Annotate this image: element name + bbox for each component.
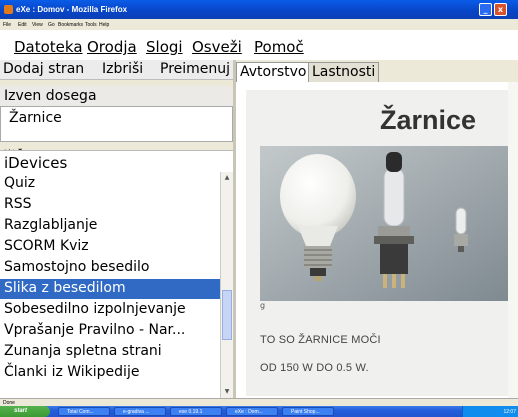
- ff-menu-tools[interactable]: Tools: [85, 22, 97, 28]
- close-button[interactable]: x: [494, 3, 507, 16]
- outline-root-label: Izven dosega: [4, 88, 97, 104]
- page-preview: Žarnice g TO SO ŽARNICE MOČI OD 150 W DO…: [246, 90, 512, 396]
- window-title: eXe : Domov - Mozilla Firefox: [16, 5, 128, 14]
- idevice-item[interactable]: Članki iz Wikipedije: [0, 363, 220, 383]
- system-tray: 12:07: [462, 406, 518, 417]
- scroll-up-arrow-icon[interactable]: ▲: [222, 173, 232, 183]
- app-menubar: Datoteka Orodja Slogi Osveži Pomoč: [0, 30, 518, 60]
- image-caption-icon[interactable]: g: [260, 301, 265, 310]
- ff-menu-view[interactable]: View: [32, 22, 43, 28]
- ff-menu-help[interactable]: Help: [99, 22, 109, 28]
- idevices-title: iDevices: [4, 154, 68, 172]
- delete-button[interactable]: Izbriši: [102, 61, 143, 77]
- menu-slogi[interactable]: Slogi: [146, 38, 183, 56]
- outline-node-zarnice[interactable]: Žarnice: [9, 110, 62, 126]
- rename-button[interactable]: Preimenuj: [160, 61, 230, 77]
- menu-osvezi[interactable]: Osveži: [192, 38, 242, 56]
- add-page-button[interactable]: Dodaj stran: [3, 61, 84, 77]
- taskbar: start Total Com... e-gradiva ... exe 0.1…: [0, 406, 518, 417]
- ff-menu-edit[interactable]: Edit: [18, 22, 27, 28]
- minimize-button[interactable]: _: [479, 3, 492, 16]
- bulbs-image: [260, 146, 512, 301]
- outline-tree: Žarnice: [0, 106, 233, 142]
- idevice-item-selected[interactable]: Slika z besedilom: [0, 279, 220, 299]
- ff-menu-bookmarks[interactable]: Bookmarks: [58, 22, 83, 28]
- page-text-line: TO SO ŽARNICE MOČI: [260, 334, 381, 346]
- taskbar-item[interactable]: eXe : Dom...: [226, 407, 278, 416]
- taskbar-item[interactable]: Total Com...: [58, 407, 110, 416]
- content-scrollbar[interactable]: [508, 82, 518, 398]
- scroll-thumb[interactable]: [222, 290, 232, 340]
- authoring-area: Žarnice g TO SO ŽARNICE MOČI OD 150 W DO…: [236, 82, 518, 398]
- tab-avtorstvo[interactable]: Avtorstvo: [236, 62, 311, 82]
- clock[interactable]: 12:07: [503, 409, 516, 415]
- window-titlebar[interactable]: eXe : Domov - Mozilla Firefox _ x: [0, 0, 518, 19]
- tab-lastnosti[interactable]: Lastnosti: [308, 62, 380, 82]
- idevices-header: iDevices: [0, 150, 233, 173]
- outline-toolbar: Dodaj stran Izbriši Preimenuj: [0, 60, 233, 80]
- page-text-line: OD 150 W DO 0.5 W.: [260, 362, 369, 374]
- idevices-scrollbar[interactable]: ▲ ▼: [220, 172, 233, 398]
- menu-orodja[interactable]: Orodja: [87, 38, 137, 56]
- editor-tabs: Avtorstvo Lastnosti: [236, 60, 518, 82]
- idevice-item[interactable]: SCORM Kviz: [0, 237, 220, 257]
- idevice-item[interactable]: Vprašanje Pravilno - Nar...: [0, 321, 220, 341]
- idevice-item[interactable]: RSS: [0, 195, 220, 215]
- scroll-down-arrow-icon[interactable]: ▼: [222, 387, 232, 397]
- idevice-item[interactable]: Razglabljanje: [0, 216, 220, 236]
- page-title: Žarnice: [380, 105, 477, 135]
- firefox-icon: [4, 5, 13, 14]
- idevice-item[interactable]: Samostojno besedilo: [0, 258, 220, 278]
- menu-datoteka[interactable]: Datoteka: [14, 38, 83, 56]
- idevice-item[interactable]: Sobesedilno izpolnjevanje: [0, 300, 220, 320]
- start-button[interactable]: start: [0, 406, 50, 417]
- taskbar-item[interactable]: Paint Shop...: [282, 407, 334, 416]
- taskbar-item[interactable]: e-gradiva ...: [114, 407, 166, 416]
- ff-menu-go[interactable]: Go: [48, 22, 55, 28]
- ff-menu-file[interactable]: File: [3, 22, 11, 28]
- taskbar-item[interactable]: exe 0.19.1: [170, 407, 222, 416]
- idevices-list: Quiz RSS Razglabljanje SCORM Kviz Samost…: [0, 172, 220, 398]
- idevice-item[interactable]: Zunanja spletna strani: [0, 342, 220, 362]
- outline-root[interactable]: Izven dosega: [0, 86, 233, 106]
- idevice-item[interactable]: Quiz: [0, 174, 220, 194]
- menu-pomoc[interactable]: Pomoč: [254, 38, 304, 56]
- firefox-menubar: File Edit View Go Bookmarks Tools Help: [0, 19, 518, 30]
